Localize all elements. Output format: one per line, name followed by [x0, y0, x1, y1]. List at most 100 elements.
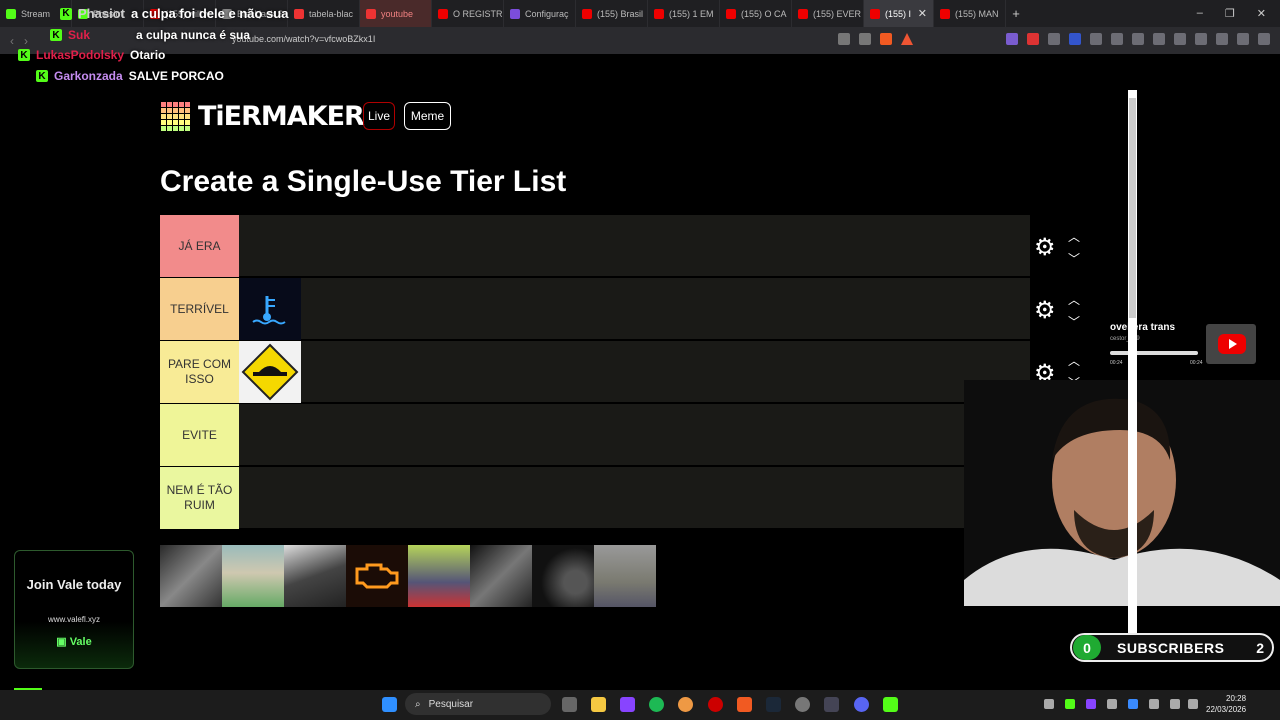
meme-button[interactable]: Meme	[404, 102, 451, 130]
speed-bump-sign-icon[interactable]	[239, 341, 301, 403]
vale-logo-icon: ▣	[56, 636, 70, 648]
tier-label[interactable]: PARE COM ISSO	[160, 341, 239, 403]
browser-tab[interactable]: youtube	[360, 0, 432, 27]
browser-tab[interactable]: O REGISTR	[432, 0, 504, 27]
tab-favicon-icon	[6, 8, 16, 19]
extension-icon[interactable]	[1048, 33, 1060, 45]
bluetooth-icon[interactable]	[1128, 699, 1138, 709]
dashboard-photo[interactable]	[532, 545, 594, 607]
close-window-button[interactable]: ✕	[1257, 7, 1266, 20]
automatic-shifter-photo[interactable]	[470, 545, 532, 607]
kick-icon[interactable]	[883, 697, 898, 712]
browser-tab[interactable]: (155) I ✕	[864, 0, 934, 27]
car-luggage-photo[interactable]	[408, 545, 470, 607]
opera-icon[interactable]	[708, 697, 723, 712]
app-icon[interactable]	[795, 697, 810, 712]
extension-icon[interactable]	[1090, 33, 1102, 45]
browser-tab[interactable]: tabela-blac	[288, 0, 360, 27]
car-interior-photo[interactable]	[284, 545, 346, 607]
gas-station-photo[interactable]	[222, 545, 284, 607]
scrollbar-thumb[interactable]	[1129, 98, 1136, 318]
extension-icon[interactable]	[1006, 33, 1018, 45]
overlay-scrollbar[interactable]	[1128, 90, 1137, 640]
gear-icon[interactable]: ⚙	[1034, 299, 1056, 323]
browser-tab[interactable]: (155) O CA	[720, 0, 792, 27]
taskbar: ⌕ Pesquisar 20:28 22/03/2026	[0, 690, 1280, 720]
chevron-down-icon[interactable]: ﹀	[1068, 250, 1080, 267]
music-icon[interactable]	[1153, 33, 1165, 45]
taskbar-clock[interactable]: 20:28 22/03/2026	[1206, 693, 1246, 715]
vpn-icon[interactable]	[1237, 33, 1249, 45]
wallet-icon[interactable]	[1195, 33, 1207, 45]
extension-icon[interactable]	[1069, 33, 1081, 45]
chevron-down-icon[interactable]: ﹀	[1068, 313, 1080, 330]
tier-row[interactable]: TERRÍVEL	[160, 278, 1030, 340]
download-icon[interactable]	[1216, 33, 1228, 45]
chevron-up-icon[interactable]: ︿	[1068, 352, 1080, 369]
pothole-photo[interactable]	[594, 545, 656, 607]
tab-label: (155) EVER	[813, 8, 862, 19]
app-icon[interactable]	[824, 697, 839, 712]
browser-tab[interactable]: (155) MAN	[934, 0, 1006, 27]
steam-icon[interactable]	[766, 697, 781, 712]
tier-row[interactable]: NEM É TÃO RUIM	[160, 467, 1030, 529]
chat-message: K Garkonzada SALVE PORCAO	[36, 69, 224, 83]
tier-row[interactable]: PARE COM ISSO	[160, 341, 1030, 403]
tier-label[interactable]: NEM É TÃO RUIM	[160, 467, 239, 529]
live-button[interactable]: Live	[363, 102, 395, 130]
minimize-button[interactable]: –	[1197, 7, 1203, 20]
brave-icon[interactable]	[737, 697, 752, 712]
browser-tab[interactable]: (155) EVER	[792, 0, 864, 27]
browser-tab[interactable]: (155) 1 EM	[648, 0, 720, 27]
browser-tab[interactable]: (155) Brasil	[576, 0, 648, 27]
check-engine-icon[interactable]	[346, 545, 408, 607]
file-explorer-icon[interactable]	[591, 697, 606, 712]
tier-row[interactable]: JÁ ERA	[160, 215, 1030, 277]
tier-label[interactable]: TERRÍVEL	[160, 278, 239, 340]
tier-row[interactable]: EVITE	[160, 404, 1030, 466]
microphone-icon[interactable]	[1149, 699, 1159, 709]
tray-icon[interactable]	[1107, 699, 1117, 709]
windows-start-icon[interactable]	[382, 697, 397, 712]
new-tab-button[interactable]: +	[1006, 6, 1026, 21]
back-icon[interactable]: ‹	[10, 34, 14, 48]
spotify-icon[interactable]	[649, 697, 664, 712]
tier-label[interactable]: JÁ ERA	[160, 215, 239, 277]
tray-icon[interactable]	[1086, 699, 1096, 709]
chevron-up-icon[interactable]: ︿	[1068, 291, 1080, 308]
vale-promo[interactable]: Join Vale today www.valefl.xyz ▣ Vale	[14, 550, 134, 669]
extension-icon[interactable]	[1132, 33, 1144, 45]
mini-player-progress[interactable]	[1110, 351, 1198, 355]
task-view-icon[interactable]	[562, 697, 577, 712]
extension-icon[interactable]	[1027, 33, 1039, 45]
coolant-temperature-warning-icon[interactable]	[239, 278, 301, 340]
gear-icon[interactable]: ⚙	[1034, 236, 1056, 260]
chrome-icon[interactable]	[678, 697, 693, 712]
cast-icon[interactable]	[838, 33, 850, 45]
gear-shift-photo[interactable]	[160, 545, 222, 607]
brave-shield-icon[interactable]	[880, 33, 892, 45]
chevron-up-icon[interactable]: ︿	[1068, 228, 1080, 245]
volume-icon[interactable]	[1188, 699, 1198, 709]
app-icon[interactable]	[620, 697, 635, 712]
chevron-up-icon[interactable]	[1044, 699, 1054, 709]
vale-button[interactable]: ▣ Vale	[15, 635, 133, 648]
tiermaker-logo[interactable]: TiERMAKER	[161, 101, 365, 132]
rewards-icon[interactable]	[901, 33, 913, 45]
close-icon[interactable]: ✕	[918, 7, 927, 20]
maximize-button[interactable]: ❐	[1225, 7, 1235, 20]
taskbar-search[interactable]: ⌕ Pesquisar	[405, 693, 551, 715]
discord-icon[interactable]	[854, 697, 869, 712]
mini-player-thumbnail[interactable]	[1206, 324, 1256, 364]
share-icon[interactable]	[859, 33, 871, 45]
menu-icon[interactable]	[1258, 33, 1270, 45]
tier-label[interactable]: EVITE	[160, 404, 239, 466]
sidebar-icon[interactable]	[1174, 33, 1186, 45]
network-icon[interactable]	[1170, 699, 1180, 709]
puzzle-icon[interactable]	[1111, 33, 1123, 45]
tray-icon[interactable]	[1065, 699, 1075, 709]
forward-icon[interactable]: ›	[24, 34, 28, 48]
youtube-play-icon[interactable]	[1218, 334, 1246, 354]
url-field[interactable]: youtube.com/watch?v=vfcwoBZkx1I	[232, 34, 375, 44]
browser-tab[interactable]: Configuraç	[504, 0, 576, 27]
